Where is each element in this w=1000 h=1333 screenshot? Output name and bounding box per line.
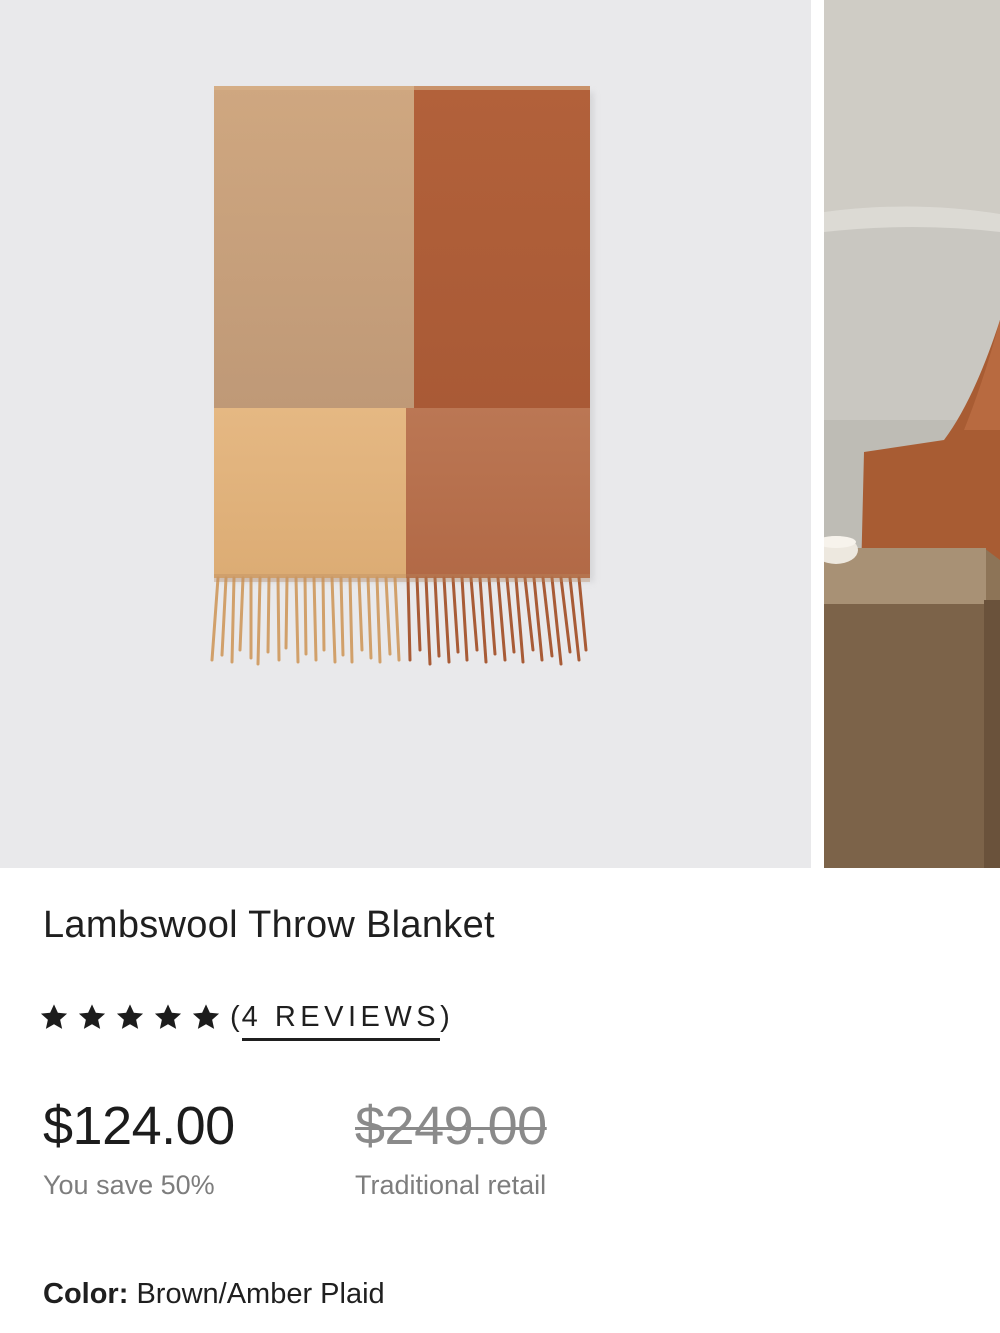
star-icon [190,1001,222,1033]
rating-row: ( 4 REVIEWS ) [38,994,452,1041]
star-icon [114,1001,146,1033]
retail-price: $249.00 [355,1096,547,1156]
image-carousel[interactable] [0,0,1000,868]
sale-price: $124.00 [43,1096,235,1156]
product-title: Lambswool Throw Blanket [43,904,495,946]
reviews-close-paren: ) [440,1000,452,1033]
star-icon [76,1001,108,1033]
retail-price-block: $249.00 Traditional retail [355,1096,547,1201]
reviews-open-paren: ( [230,1000,242,1033]
color-value: Brown/Amber Plaid [136,1278,385,1310]
star-icon [38,1001,70,1033]
sofa-scene-illustration [824,0,1000,868]
savings-text: You save 50% [43,1170,215,1200]
reviews-count[interactable]: 4 REVIEWS [241,1001,441,1041]
star-icon [152,1001,184,1033]
product-image-main[interactable] [0,0,811,868]
reviews-link[interactable]: ( 4 REVIEWS ) [230,994,452,1041]
sale-price-block: $124.00 You save 50% [43,1096,235,1201]
color-selection: Color: Brown/Amber Plaid [43,1278,385,1311]
star-rating [38,1001,228,1033]
product-image-next[interactable] [824,0,1000,868]
color-label: Color: [43,1278,129,1310]
blanket-illustration [210,86,594,666]
retail-note: Traditional retail [355,1170,547,1200]
